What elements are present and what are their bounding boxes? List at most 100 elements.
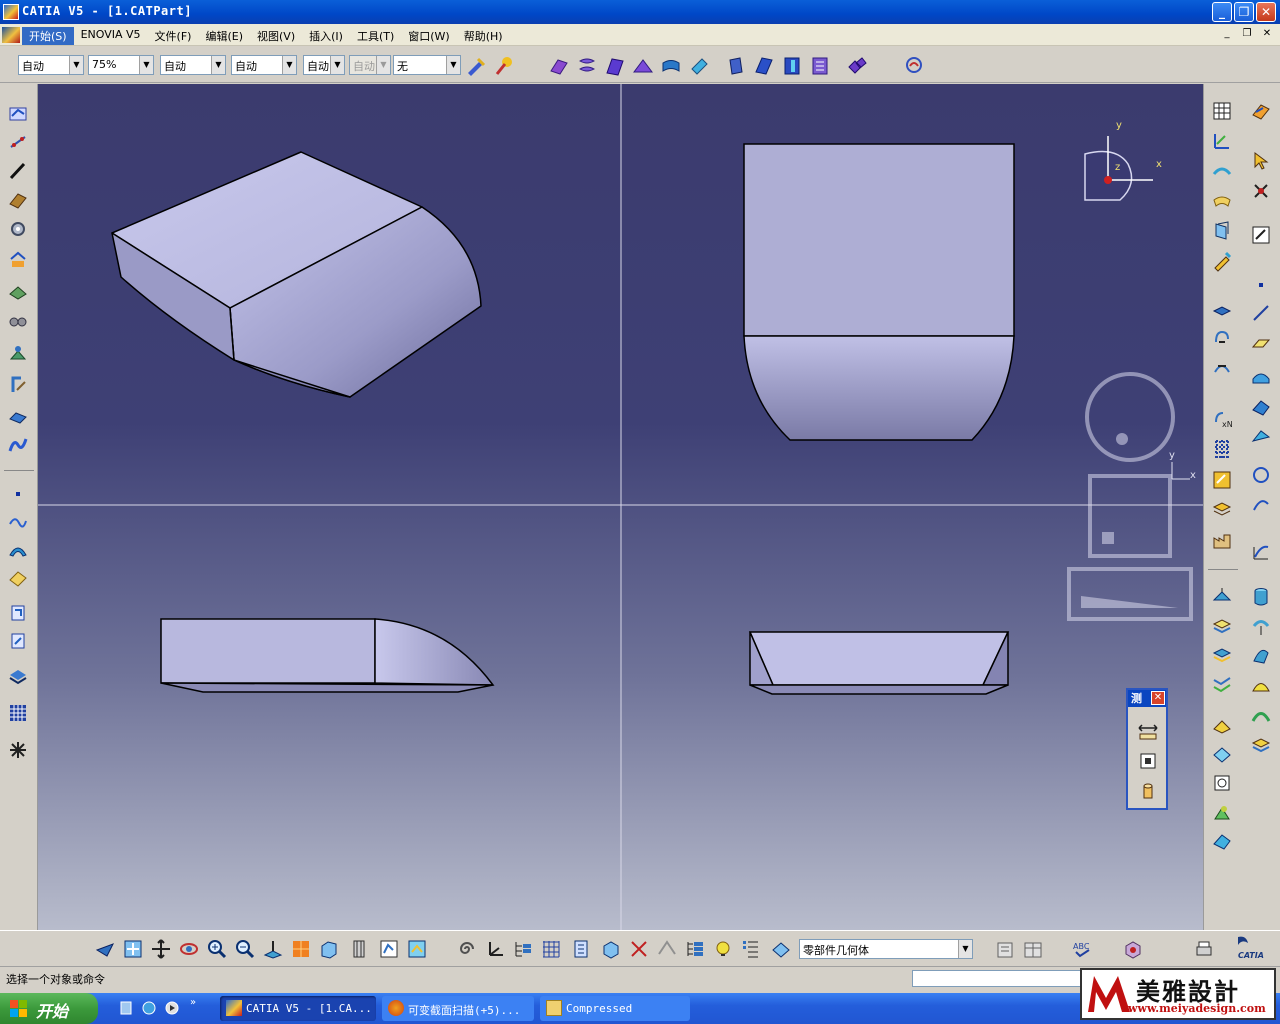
arch-icon[interactable] [1250, 704, 1272, 726]
join-icon[interactable] [725, 55, 747, 77]
translate-icon[interactable] [1211, 356, 1233, 378]
transparency-combo[interactable]: 75% ▼ [88, 55, 154, 75]
measure-between-icon[interactable] [1137, 720, 1159, 742]
painter-icon[interactable] [465, 55, 487, 77]
pattern-icon[interactable] [1211, 438, 1233, 460]
close-button[interactable]: ✕ [1256, 2, 1276, 22]
doc-minimize-button[interactable]: _ [1220, 28, 1234, 40]
construction-icon[interactable] [570, 938, 592, 960]
multi-section-icon[interactable] [1250, 732, 1272, 754]
constraint-icon[interactable] [656, 938, 678, 960]
offset-icon[interactable] [1211, 220, 1233, 242]
sweep-surface-icon[interactable] [604, 55, 626, 77]
body-select-combo[interactable]: 零部件几何体 ▼ [799, 939, 973, 959]
corner-icon[interactable] [7, 342, 29, 364]
light-icon[interactable] [712, 938, 734, 960]
rotate-icon[interactable] [1211, 327, 1233, 349]
factory-icon[interactable] [1211, 529, 1233, 551]
trim-icon[interactable] [781, 55, 803, 77]
dome-icon[interactable] [1250, 674, 1272, 696]
menu-window[interactable]: 窗口(W) [401, 27, 456, 45]
knowledge-icon[interactable] [1122, 938, 1144, 960]
line-thickness-combo[interactable]: 自动 ▼ [160, 55, 226, 75]
print-icon[interactable] [1193, 938, 1215, 960]
table-icon[interactable] [1211, 100, 1233, 122]
fill-icon[interactable] [1211, 715, 1233, 737]
task-catia[interactable]: CATIA V5 - [1.CA... [220, 996, 376, 1021]
axis-icon[interactable] [484, 938, 506, 960]
blend-surface-icon[interactable] [688, 55, 710, 77]
fly-mode-icon[interactable] [94, 938, 116, 960]
transform-icon[interactable] [846, 55, 868, 77]
connect-curve-icon[interactable] [1250, 541, 1272, 563]
revolve-surface-icon[interactable] [576, 55, 598, 77]
restore-button[interactable]: ❐ [1234, 2, 1254, 22]
line-icon[interactable] [1250, 302, 1272, 324]
reflect-line-icon[interactable] [1250, 426, 1272, 448]
work-object-icon[interactable] [770, 938, 792, 960]
multi-view-icon[interactable] [290, 938, 312, 960]
point-symbol-combo[interactable]: 自动 ▼ [303, 55, 345, 75]
menu-insert[interactable]: 插入(I) [302, 27, 350, 45]
normal-view-icon[interactable] [262, 938, 284, 960]
symmetry-icon[interactable] [1211, 300, 1233, 322]
document-icon[interactable] [2, 27, 20, 43]
measure-item-icon[interactable] [1137, 750, 1159, 772]
untrim-icon[interactable] [1211, 830, 1233, 852]
zoom-in-icon[interactable] [206, 938, 228, 960]
cube-icon[interactable] [600, 938, 622, 960]
point-small-icon[interactable] [7, 483, 29, 505]
gear-icon[interactable] [7, 218, 29, 240]
menu-edit[interactable]: 编辑(E) [198, 27, 250, 45]
circle-icon[interactable] [1250, 464, 1272, 486]
menu-start[interactable]: 开始(S) [22, 27, 74, 45]
line-icon[interactable] [7, 160, 29, 182]
conic-icon[interactable] [1250, 494, 1272, 516]
pan-icon[interactable] [150, 938, 172, 960]
menu-enovia[interactable]: ENOVIA V5 [74, 27, 148, 45]
command-input[interactable] [912, 970, 1082, 987]
revolve-icon[interactable] [1250, 615, 1272, 637]
point-small-icon[interactable] [1250, 274, 1272, 296]
extrude-icon[interactable] [1211, 586, 1233, 608]
list-tree-icon[interactable] [684, 938, 706, 960]
layers-icon[interactable] [1211, 615, 1233, 637]
compass-icon[interactable] [7, 739, 29, 761]
select-arrow-icon[interactable] [1250, 150, 1272, 172]
quicklaunch-more[interactable]: » [190, 997, 196, 1008]
eraser-icon[interactable] [7, 567, 29, 589]
cylinder-icon[interactable] [1250, 586, 1272, 608]
analysis-icon[interactable] [903, 55, 925, 77]
square-point-icon[interactable] [1211, 772, 1233, 794]
tree-icon[interactable] [512, 938, 534, 960]
arc-icon[interactable] [1211, 160, 1233, 182]
quicklaunch-desktop-icon[interactable] [118, 1000, 134, 1016]
hide-show-icon[interactable] [378, 938, 400, 960]
intersection-icon[interactable] [7, 280, 29, 302]
update-icon[interactable] [7, 602, 29, 624]
grid-snap-icon[interactable] [540, 938, 562, 960]
menu-file[interactable]: 文件(F) [148, 27, 199, 45]
measure-table-icon[interactable] [1022, 938, 1044, 960]
arc-surface-icon[interactable] [7, 539, 29, 561]
fill-surface-icon[interactable] [632, 55, 654, 77]
catalog-icon[interactable] [994, 938, 1016, 960]
task-folder[interactable]: Compressed [540, 996, 690, 1021]
layer-combo[interactable]: 无 ▼ [393, 55, 461, 75]
color-combo[interactable]: 自动 ▼ [18, 55, 84, 75]
curve-icon[interactable] [7, 511, 29, 533]
grid-icon[interactable] [7, 702, 29, 724]
spline-icon[interactable] [7, 434, 29, 456]
connect-curve-icon[interactable] [7, 373, 29, 395]
quicklaunch-browser-icon[interactable] [141, 1000, 157, 1016]
extrapolate-icon[interactable]: xN [1211, 408, 1233, 430]
doc-close-button[interactable]: ✕ [1260, 28, 1274, 40]
parallel-curve-icon[interactable] [7, 311, 29, 333]
sweep-icon[interactable] [1211, 644, 1233, 666]
cut-icon[interactable] [628, 938, 650, 960]
sketch-profile-icon[interactable] [1250, 224, 1272, 246]
loft-icon[interactable] [1211, 672, 1233, 694]
menu-tools[interactable]: 工具(T) [350, 27, 401, 45]
split-icon[interactable] [753, 55, 775, 77]
sphere-icon[interactable] [1250, 644, 1272, 666]
